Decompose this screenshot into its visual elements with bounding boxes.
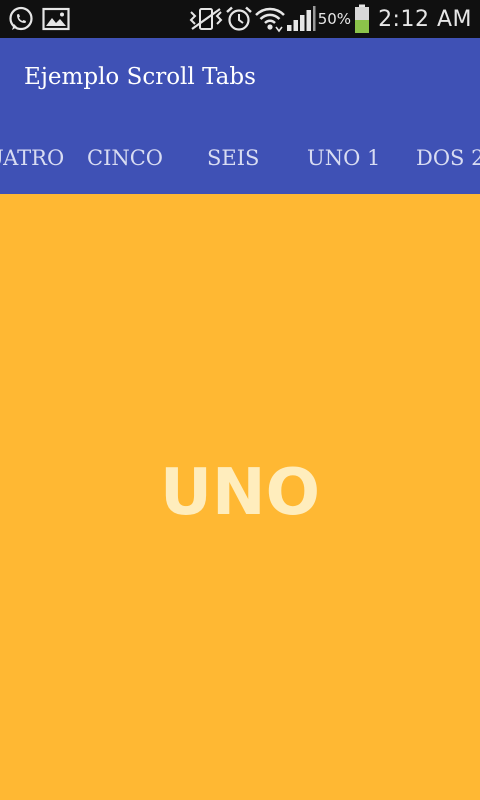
tab-uno-1[interactable]: UNO 1 <box>307 124 380 194</box>
wifi-icon <box>254 7 285 33</box>
status-bar: 50% 2:12 AM <box>0 0 480 38</box>
app-bar: Ejemplo Scroll Tabs <box>0 38 480 124</box>
alarm-icon <box>225 6 252 31</box>
tab-cuatro[interactable]: CUATRO <box>0 124 64 194</box>
tab-content[interactable]: UNO <box>0 194 480 800</box>
battery-icon <box>355 4 370 33</box>
whatsapp-icon <box>9 6 33 31</box>
page-label: UNO <box>160 456 320 530</box>
gallery-icon <box>42 7 70 31</box>
battery-percent: 50% <box>317 10 352 28</box>
clock: 2:12 AM <box>378 6 472 32</box>
tab-dos-2[interactable]: DOS 2 <box>416 124 480 194</box>
tab-strip[interactable]: CUATRO CINCO SEIS UNO 1 DOS 2 <box>0 124 480 194</box>
notification-icons <box>8 6 70 32</box>
vibrate-icon <box>189 8 223 30</box>
system-icons: 50% 2:12 AM <box>188 0 472 38</box>
signal-icon <box>286 6 316 31</box>
tab-seis[interactable]: SEIS <box>207 124 259 194</box>
tab-cinco[interactable]: CINCO <box>87 124 163 194</box>
app-title: Ejemplo Scroll Tabs <box>24 64 256 90</box>
